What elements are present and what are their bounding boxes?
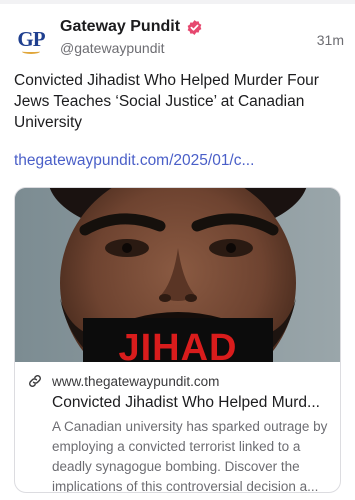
avatar[interactable]: GP: [14, 22, 48, 56]
avatar-swoosh: [22, 49, 40, 54]
preview-body: www.thegatewaypundit.com Convicted Jihad…: [15, 362, 340, 493]
link-preview-card[interactable]: JIHAD www.thegatewaypundit.com Convicted…: [14, 187, 341, 493]
post-link[interactable]: thegatewaypundit.com/2025/01/c...: [14, 152, 336, 170]
image-banner-text: JIHAD: [118, 327, 238, 362]
verified-badge-icon: [186, 19, 203, 36]
preview-title[interactable]: Convicted Jihadist Who Helped Murd...: [27, 394, 329, 412]
handle[interactable]: @gatewaypundit: [60, 40, 165, 56]
post-card[interactable]: GP Gateway Pundit @gatewaypundit 31m Con…: [0, 0, 355, 500]
display-name[interactable]: Gateway Pundit: [60, 18, 180, 36]
link-icon: [27, 373, 43, 389]
top-divider: [0, 0, 355, 4]
preview-image[interactable]: JIHAD: [15, 188, 340, 362]
preview-domain-line: www.thegatewaypundit.com: [27, 372, 330, 390]
preview-description: A Canadian university has sparked outrag…: [52, 419, 328, 493]
post-header: GP Gateway Pundit @gatewaypundit 31m: [14, 16, 344, 62]
avatar-logo-text: GP: [17, 26, 45, 51]
name-line: Gateway Pundit: [60, 16, 203, 38]
post-text: Convicted Jihadist Who Helped Murder Fou…: [14, 72, 319, 131]
image-banner: JIHAD: [83, 318, 273, 362]
post-time[interactable]: 31m: [317, 32, 344, 48]
preview-domain: www.thegatewaypundit.com: [52, 373, 220, 389]
